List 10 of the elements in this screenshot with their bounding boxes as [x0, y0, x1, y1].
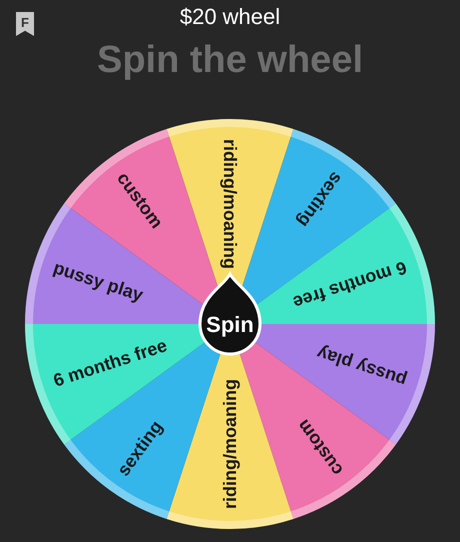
segment-label: riding/moaning: [220, 139, 240, 269]
heading: Spin the wheel: [96, 41, 364, 79]
segment-label: riding/moaning: [220, 379, 240, 509]
f-badge: F: [16, 12, 34, 36]
segment-label: 6 months free: [290, 257, 410, 313]
window-title: $20 wheel: [180, 3, 280, 31]
spin-button[interactable]: Spin: [198, 272, 262, 356]
segment-label: pussy play: [50, 257, 146, 306]
segment-label: 6 months free: [50, 335, 170, 391]
segment-label: pussy play: [314, 342, 410, 391]
